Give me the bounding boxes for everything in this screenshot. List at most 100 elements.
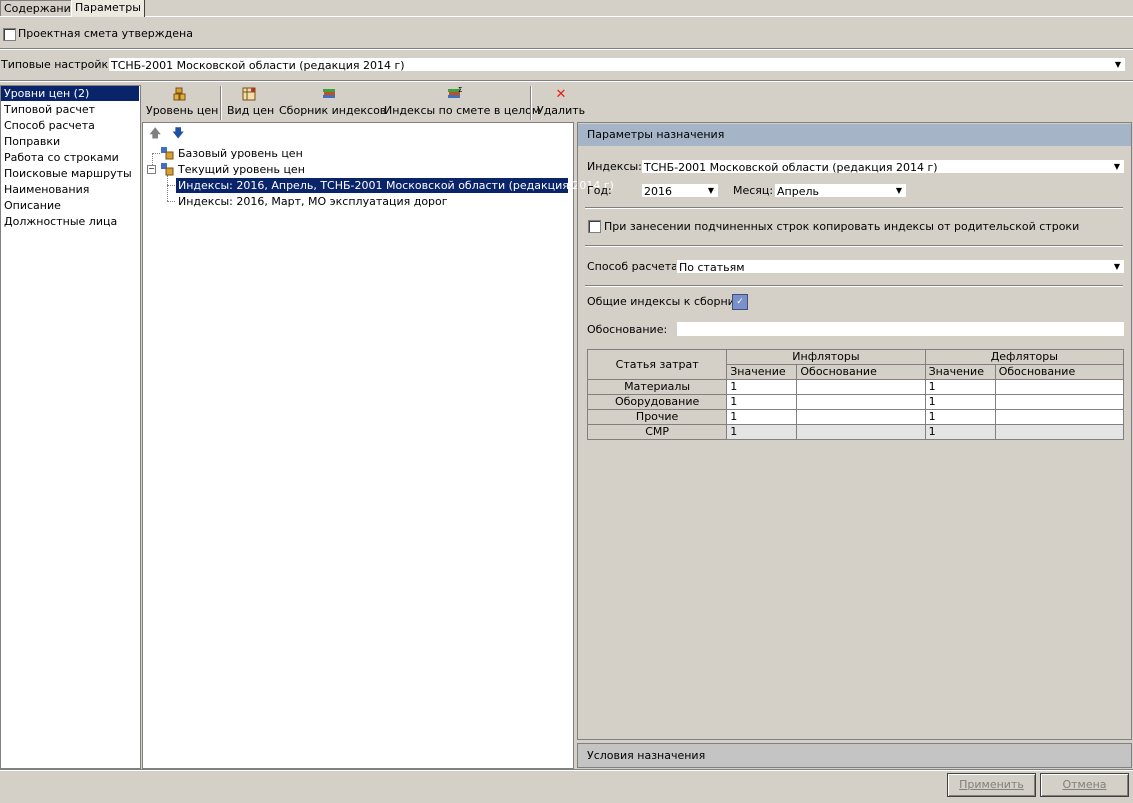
col-header-defl-value: Значение — [924, 364, 996, 380]
calc-method-label: Способ расчета: — [587, 260, 682, 273]
divider — [585, 245, 1123, 247]
indices-overall-button[interactable]: Σ Индексы по смете в целом — [384, 86, 541, 120]
nav-item-price-levels[interactable]: Уровни цен (2) — [1, 86, 139, 101]
tree-item-base-level[interactable]: Базовый уровень цен — [178, 146, 303, 161]
defl-just-cell[interactable] — [994, 424, 1125, 440]
tree-line — [167, 185, 175, 186]
defl-just-cell[interactable] — [994, 409, 1125, 425]
check-icon: ✓ — [736, 297, 744, 307]
arrow-down-icon[interactable]: 🡇 — [172, 126, 184, 140]
nav-item-rows[interactable]: Работа со строками — [1, 150, 139, 165]
indices-value: ТСНБ-2001 Московской области (редакция 2… — [644, 161, 938, 174]
divider — [0, 80, 1133, 82]
common-indices-toggle[interactable]: ✓ — [732, 294, 748, 310]
infl-value-cell[interactable]: 1 — [726, 379, 798, 395]
typical-settings-label: Типовые настройки: — [1, 58, 119, 71]
chevron-down-icon[interactable]: ▼ — [1113, 58, 1123, 71]
justification-label: Обоснование: — [587, 323, 668, 336]
price-level-label: Уровень цен — [146, 104, 219, 117]
typical-settings-value: ТСНБ-2001 Московской области (редакция 2… — [111, 59, 405, 72]
table-row: Оборудование 1 1 — [586, 394, 1125, 410]
calc-method-combo[interactable]: По статьям ▼ — [676, 259, 1125, 274]
divider — [0, 769, 1133, 771]
copy-indices-checkbox[interactable] — [588, 220, 601, 233]
infl-value-cell[interactable]: 1 — [726, 409, 798, 425]
tree-node-icon — [160, 162, 174, 176]
nav-item-corrections[interactable]: Поправки — [1, 134, 139, 149]
month-label: Месяц: — [733, 184, 774, 197]
infl-value-cell[interactable]: 1 — [726, 424, 798, 440]
params-header-title: Параметры назначения — [587, 128, 725, 141]
collapse-icon[interactable]: − — [147, 165, 156, 174]
close-icon: ✕ — [555, 87, 567, 102]
price-level-icon — [146, 86, 214, 104]
row-header: Оборудование — [586, 394, 728, 410]
delete-button[interactable]: ✕ Удалить — [537, 86, 585, 120]
cost-indices-grid: Статья затрат Инфляторы Дефляторы Значен… — [586, 349, 1125, 440]
col-header-deflators: Дефляторы — [924, 349, 1125, 365]
tab-parameters[interactable]: Параметры — [71, 0, 145, 17]
infl-just-cell[interactable] — [796, 379, 926, 395]
tree-item-current-level[interactable]: Текущий уровень цен — [178, 162, 305, 177]
tab-contents[interactable]: Содержание — [0, 0, 82, 16]
chevron-down-icon[interactable]: ▼ — [1112, 160, 1122, 173]
indices-overall-label: Индексы по смете в целом — [384, 104, 541, 117]
divider — [0, 48, 1133, 50]
index-collection-label: Сборник индексов — [279, 104, 387, 117]
indices-combo[interactable]: ТСНБ-2001 Московской области (редакция 2… — [641, 159, 1125, 174]
tree-line — [167, 201, 175, 202]
chevron-down-icon[interactable]: ▼ — [1112, 260, 1122, 273]
tree-item-index-april[interactable]: Индексы: 2016, Апрель, ТСНБ-2001 Московс… — [176, 178, 614, 193]
col-header-article: Статья затрат — [586, 349, 728, 380]
common-indices-label: Общие индексы к сборнику — [587, 295, 748, 308]
justification-input[interactable] — [676, 321, 1125, 337]
infl-value-cell[interactable]: 1 — [726, 394, 798, 410]
nav-item-description[interactable]: Описание — [1, 198, 139, 213]
col-header-infl-just: Обоснование — [796, 364, 926, 380]
row-header: СМР — [586, 424, 728, 440]
defl-value-cell[interactable]: 1 — [924, 409, 996, 425]
year-label: Год: — [587, 184, 612, 197]
conditions-header[interactable]: Условия назначения — [577, 743, 1132, 768]
price-level-button[interactable]: Уровень цен — [146, 86, 219, 120]
infl-just-cell[interactable] — [796, 424, 926, 440]
nav-item-names[interactable]: Наименования — [1, 182, 139, 197]
year-combo[interactable]: 2016 ▼ — [641, 183, 719, 198]
table-row: Материалы 1 1 — [586, 379, 1125, 395]
year-value: 2016 — [644, 185, 672, 198]
books-sum-icon: Σ — [384, 86, 526, 104]
toolbar-separator — [530, 86, 532, 120]
tab-label: Содержание — [4, 2, 78, 15]
defl-just-cell[interactable] — [994, 394, 1125, 410]
arrow-up-icon[interactable]: 🡅 — [149, 126, 161, 140]
tab-label: Параметры — [75, 1, 141, 14]
price-type-button[interactable]: Вид цен — [227, 86, 274, 120]
chevron-down-icon[interactable]: ▼ — [894, 184, 904, 197]
row-header: Прочие — [586, 409, 728, 425]
apply-button[interactable]: Применить — [947, 773, 1036, 797]
nav-item-calc-method[interactable]: Способ расчета — [1, 118, 139, 133]
infl-just-cell[interactable] — [796, 394, 926, 410]
defl-just-cell[interactable] — [994, 379, 1125, 395]
indices-label: Индексы: — [587, 160, 642, 173]
nav-item-search-routes[interactable]: Поисковые маршруты — [1, 166, 139, 181]
calc-method-value: По статьям — [679, 261, 745, 274]
cancel-button[interactable]: Отмена — [1040, 773, 1129, 797]
typical-settings-combo[interactable]: ТСНБ-2001 Московской области (редакция 2… — [108, 57, 1126, 72]
copy-indices-label: При занесении подчиненных строк копирова… — [604, 220, 1080, 233]
col-header-inflators: Инфляторы — [726, 349, 926, 365]
defl-value-cell[interactable]: 1 — [924, 379, 996, 395]
row-header: Материалы — [586, 379, 728, 395]
defl-value-cell[interactable]: 1 — [924, 394, 996, 410]
month-combo[interactable]: Апрель ▼ — [774, 183, 907, 198]
nav-item-officials[interactable]: Должностные лица — [1, 214, 139, 229]
approved-checkbox[interactable] — [3, 28, 16, 41]
tree-node-icon — [160, 146, 174, 160]
defl-value-cell[interactable]: 1 — [924, 424, 996, 440]
infl-just-cell[interactable] — [796, 409, 926, 425]
nav-item-typical-calc[interactable]: Типовой расчет — [1, 102, 139, 117]
conditions-header-title: Условия назначения — [587, 749, 706, 762]
index-collection-button[interactable]: Сборник индексов — [279, 86, 387, 120]
tree-item-index-march[interactable]: Индексы: 2016, Март, МО эксплуатация дор… — [178, 194, 448, 209]
chevron-down-icon[interactable]: ▼ — [706, 184, 716, 197]
